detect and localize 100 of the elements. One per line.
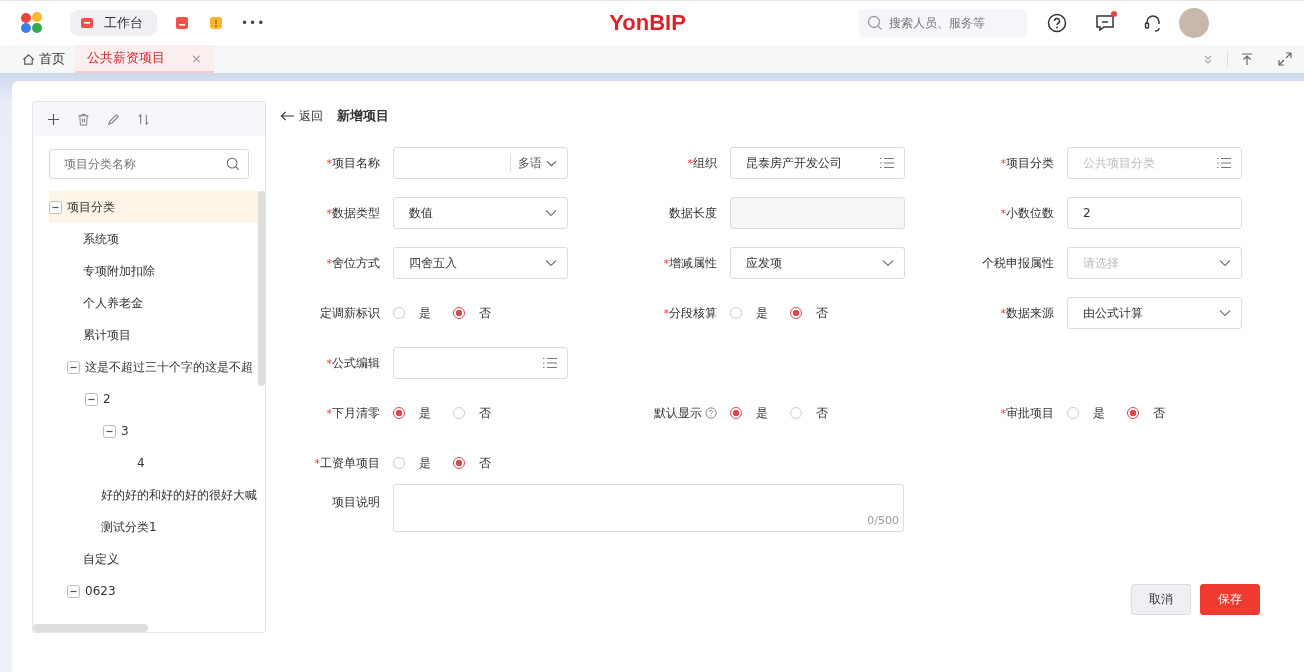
radio-option[interactable]: 否 bbox=[453, 304, 491, 322]
tree-label: 好的好的和好的好的很好大喊 bbox=[101, 486, 257, 504]
reference-field[interactable] bbox=[393, 347, 568, 379]
chevron-down-icon bbox=[882, 259, 894, 267]
app-button[interactable] bbox=[207, 14, 225, 32]
chevron-down-icon bbox=[545, 259, 557, 267]
text-field[interactable] bbox=[730, 197, 905, 229]
sort-icon[interactable] bbox=[137, 112, 150, 126]
edit-icon[interactable] bbox=[107, 112, 120, 126]
required-mark: * bbox=[663, 306, 669, 320]
tree-label: 个人养老金 bbox=[83, 294, 143, 312]
more-button[interactable]: ••• bbox=[241, 16, 266, 30]
tree-label: 项目分类 bbox=[67, 198, 115, 216]
tree-item[interactable]: 4 bbox=[33, 447, 259, 479]
search-field[interactable]: 搜索人员、服务等 bbox=[859, 9, 1028, 37]
language-dropdown[interactable]: 多语 bbox=[510, 154, 557, 172]
fullscreen-icon[interactable] bbox=[1278, 52, 1292, 66]
cancel-button[interactable]: 取消 bbox=[1131, 584, 1191, 615]
upload-icon[interactable] bbox=[1240, 52, 1254, 66]
field-label: 小数位数 bbox=[1006, 204, 1054, 222]
tree-label: 系统项 bbox=[83, 230, 119, 248]
workbench-tab[interactable]: 工作台 bbox=[70, 10, 157, 36]
select-field[interactable]: 应发项 bbox=[730, 247, 905, 279]
form-title: 新增项目 bbox=[337, 107, 389, 125]
horizontal-scrollbar[interactable] bbox=[33, 624, 148, 632]
save-button[interactable]: 保存 bbox=[1200, 584, 1260, 615]
back-link[interactable]: 返回 bbox=[280, 107, 323, 125]
radio-option[interactable]: 是 bbox=[730, 304, 768, 322]
select-field[interactable]: 由公式计算 bbox=[1067, 297, 1242, 329]
field-label: 下月清零 bbox=[332, 404, 380, 422]
radio-option[interactable]: 是 bbox=[393, 304, 431, 322]
page-tab[interactable]: 公共薪资项目 × bbox=[75, 45, 214, 73]
tree-item[interactable]: 个人养老金 bbox=[33, 287, 259, 319]
field-label: 舍位方式 bbox=[332, 254, 380, 272]
tree-label: 2 bbox=[103, 392, 111, 406]
radio-option[interactable]: 否 bbox=[1127, 404, 1165, 422]
tree-search-field[interactable]: 项目分类名称 bbox=[49, 149, 249, 179]
list-icon[interactable] bbox=[543, 357, 557, 369]
required-mark: * bbox=[1000, 306, 1006, 320]
required-mark: * bbox=[326, 206, 332, 220]
required-mark: * bbox=[1000, 156, 1006, 170]
collapse-toggle-icon[interactable] bbox=[103, 424, 116, 438]
select-field[interactable]: 四舍五入 bbox=[393, 247, 568, 279]
page-tab[interactable]: 首页 bbox=[12, 45, 75, 73]
field-label: 个税申报属性 bbox=[982, 254, 1054, 272]
tree-item[interactable]: 系统项 bbox=[33, 223, 259, 255]
tree-item[interactable]: 测试分类1 bbox=[33, 511, 259, 543]
tree-label: 3 bbox=[121, 424, 129, 438]
chevron-down-icon bbox=[545, 209, 557, 217]
search-icon[interactable] bbox=[226, 157, 240, 171]
chevron-down-icon bbox=[1219, 259, 1231, 267]
tree-label: 4 bbox=[137, 456, 145, 470]
tree-item[interactable]: 2 bbox=[33, 383, 259, 415]
radio-option[interactable]: 否 bbox=[790, 304, 828, 322]
required-mark: * bbox=[687, 156, 693, 170]
text-field[interactable]: 多语 bbox=[393, 147, 568, 179]
add-icon[interactable] bbox=[47, 112, 60, 126]
required-mark: * bbox=[663, 256, 669, 270]
field-label: 数据长度 bbox=[669, 204, 717, 222]
radio-option[interactable]: 是 bbox=[393, 454, 431, 472]
field-label: 定调薪标识 bbox=[320, 304, 380, 322]
app-button[interactable] bbox=[173, 14, 191, 32]
field-label: 项目名称 bbox=[332, 154, 380, 172]
tree-label: 自定义 bbox=[83, 550, 119, 568]
select-field[interactable]: 数值 bbox=[393, 197, 568, 229]
tree-item[interactable]: 项目分类 bbox=[49, 191, 259, 223]
tree-label: 专项附加扣除 bbox=[83, 262, 155, 280]
message-icon[interactable] bbox=[1095, 13, 1116, 33]
radio-option[interactable]: 是 bbox=[393, 404, 431, 422]
text-field[interactable]: 2 bbox=[1067, 197, 1242, 229]
tree-item[interactable]: 累计项目 bbox=[33, 319, 259, 351]
list-icon[interactable] bbox=[880, 157, 894, 169]
radio-option[interactable]: 否 bbox=[790, 404, 828, 422]
tree-item[interactable]: 专项附加扣除 bbox=[33, 255, 259, 287]
field-label: 组织 bbox=[693, 154, 717, 172]
tree-item[interactable]: 自定义 bbox=[33, 543, 259, 575]
collapse-toggle-icon[interactable] bbox=[49, 200, 62, 214]
tree-item[interactable]: 好的好的和好的好的很好大喊 bbox=[33, 479, 259, 511]
required-mark: * bbox=[326, 156, 332, 170]
collapse-toggle-icon[interactable] bbox=[67, 584, 80, 598]
logo-icon[interactable] bbox=[20, 12, 44, 34]
radio-option[interactable]: 否 bbox=[453, 404, 491, 422]
list-icon[interactable] bbox=[1217, 157, 1231, 169]
app-icon bbox=[80, 16, 94, 30]
field-label: 项目分类 bbox=[1006, 154, 1054, 172]
radio-option[interactable]: 否 bbox=[453, 454, 491, 472]
collapse-toggle-icon[interactable] bbox=[67, 360, 80, 374]
tree-item[interactable]: 3 bbox=[33, 415, 259, 447]
radio-option[interactable]: 是 bbox=[730, 404, 768, 422]
tree-item[interactable]: 0623 bbox=[33, 575, 259, 607]
reference-field[interactable]: 昆泰房产开发公司 bbox=[730, 147, 905, 179]
field-label: 默认显示 bbox=[654, 404, 702, 422]
vertical-scrollbar[interactable] bbox=[258, 191, 265, 386]
collapse-toggle-icon[interactable] bbox=[85, 392, 98, 406]
radio-option[interactable]: 是 bbox=[1067, 404, 1105, 422]
tree-label: 这是不超过三十个字的这是不超 bbox=[85, 358, 253, 376]
help-icon[interactable] bbox=[1047, 13, 1068, 33]
delete-icon[interactable] bbox=[77, 112, 90, 126]
tree-label: 测试分类1 bbox=[101, 518, 157, 536]
tree-item[interactable]: 这是不超过三十个字的这是不超 bbox=[33, 351, 259, 383]
